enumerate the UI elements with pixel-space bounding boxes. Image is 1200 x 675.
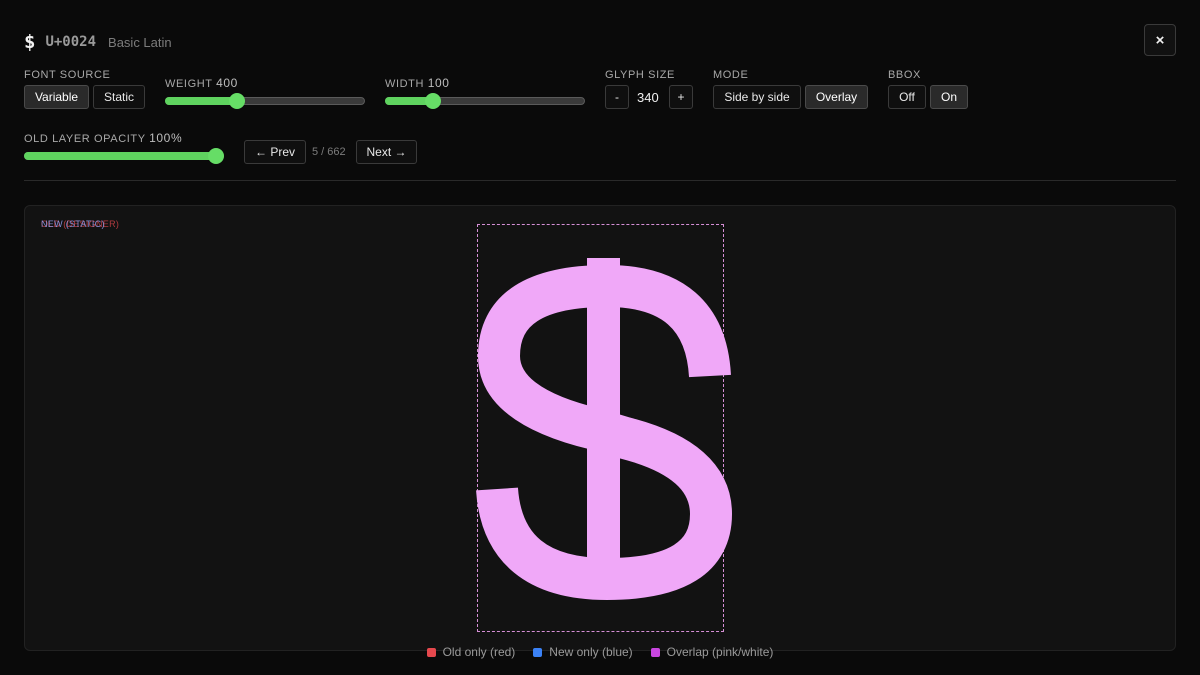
legend-swatch-old [426,647,436,657]
weight-label-text: WEIGHT [165,78,213,90]
opacity-slider-thumb[interactable] [208,148,224,164]
legend-item-new: New only (blue) [533,645,633,659]
glyph-position-counter: 5 / 662 [312,146,346,158]
weight-slider-thumb[interactable] [229,93,245,109]
legend-label-old: Old only (red) [442,645,516,659]
font-source-variable-button[interactable]: Variable [24,85,89,109]
legend-swatch-new [533,647,543,657]
weight-value: 400 [216,76,238,90]
old-layer-opacity-value: 100% [149,131,183,145]
glyph-header: $ U+0024 Basic Latin [24,30,172,54]
old-layer-opacity-label-text: OLD LAYER OPACITY [24,133,146,145]
unicode-block-label: Basic Latin [108,34,172,50]
overlay-legend: Old only (red) New only (blue) Overlap (… [0,645,1200,659]
glyph-size-increase-button[interactable]: + [669,85,693,109]
weight-slider-fill [165,97,237,105]
legend-swatch-overlap [650,647,660,657]
weight-slider[interactable] [165,93,365,109]
glyph-preview-char: $ [24,31,36,53]
mode-overlay-button[interactable]: Overlay [805,85,868,109]
legend-item-overlap: Overlap (pink/white) [650,645,774,659]
glyph-size-label: GLYPH SIZE [605,69,675,81]
next-glyph-button[interactable]: Next → [356,140,417,164]
width-value: 100 [427,76,450,90]
legend-label-overlap: Overlap (pink/white) [666,645,774,659]
bbox-on-button[interactable]: On [930,85,968,109]
close-icon: × [1155,31,1165,49]
glyph-size-value: 340 [637,90,659,105]
old-layer-opacity-label: OLD LAYER OPACITY 100% [24,131,182,145]
controls-divider [24,180,1176,181]
width-label-text: WIDTH [385,78,425,90]
mode-label: MODE [713,69,749,81]
legend-item-old: Old only (red) [426,645,516,659]
old-layer-opacity-slider[interactable] [24,148,224,164]
prev-glyph-button[interactable]: ← Prev [244,140,306,164]
glyph-size-decrease-button[interactable]: - [605,85,629,109]
codepoint-label: U+0024 [45,34,97,50]
glyph-canvas: OLD (DESIGNER) NEW (STATIC) [24,205,1176,651]
dollar-glyph-overlay [476,258,732,600]
width-label: WIDTH 100 [385,76,450,90]
close-button[interactable]: × [1144,24,1176,56]
font-source-static-button[interactable]: Static [93,85,145,109]
weight-label: WEIGHT 400 [165,76,238,90]
width-slider-thumb[interactable] [425,93,441,109]
bbox-label: BBOX [888,69,921,81]
bbox-off-button[interactable]: Off [888,85,926,109]
opacity-slider-fill [24,152,216,160]
width-slider[interactable] [385,93,585,109]
font-source-label: FONT SOURCE [24,69,111,81]
mode-side-by-side-button[interactable]: Side by side [713,85,801,109]
legend-label-new: New only (blue) [549,645,633,659]
